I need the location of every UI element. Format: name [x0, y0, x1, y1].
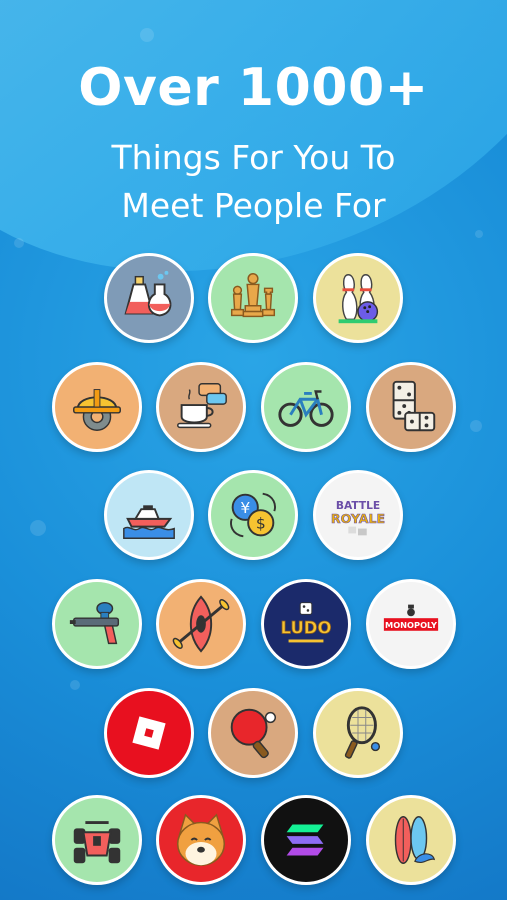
- activity-bubble-chess[interactable]: [208, 253, 298, 343]
- bowling-icon: [338, 274, 379, 324]
- ludo-text: LUDO: [281, 619, 332, 638]
- monopoly-text: MONOPOLY: [385, 620, 438, 630]
- svg-text:$: $: [256, 515, 266, 533]
- fortnite-line-2: ROYALE: [331, 511, 385, 526]
- solana-logo-icon: [286, 824, 324, 856]
- activity-bubble-roblox[interactable]: [104, 688, 194, 778]
- activity-bubble-chemistry[interactable]: [104, 253, 194, 343]
- activity-bubble-cycling[interactable]: [261, 362, 351, 452]
- racquetball-icon: [344, 706, 381, 759]
- coffee-chat-icon: [177, 383, 227, 429]
- activity-grid: ¥ $ BATTLE ROYALE LUDO MONOPOLY: [0, 0, 507, 900]
- atv-quad-icon: [73, 821, 121, 864]
- shiba-inu-icon: [177, 813, 225, 866]
- hard-hat-gear-icon: [73, 389, 121, 431]
- jet-ski-icon: [123, 505, 175, 539]
- activity-bubble-surfing[interactable]: [366, 795, 456, 885]
- roblox-logo-icon: [132, 716, 166, 750]
- activity-bubble-atv[interactable]: [52, 795, 142, 885]
- currency-exchange-icon: ¥ $: [230, 492, 276, 538]
- domino-icon: [392, 380, 436, 432]
- activity-bubble-jet-ski[interactable]: [104, 470, 194, 560]
- activity-bubble-dominoes[interactable]: [366, 362, 456, 452]
- surfboards-icon: [394, 816, 436, 864]
- activity-bubble-bowling[interactable]: [313, 253, 403, 343]
- activity-bubble-solana[interactable]: [261, 795, 351, 885]
- activity-bubble-kayak[interactable]: [156, 579, 246, 669]
- activity-bubble-paintball[interactable]: [52, 579, 142, 669]
- activity-bubble-racquetball[interactable]: [313, 688, 403, 778]
- promo-screen: Over 1000+ Things For You To Meet People…: [0, 0, 507, 900]
- activity-bubble-shiba[interactable]: [156, 795, 246, 885]
- activity-bubble-construction[interactable]: [52, 362, 142, 452]
- bicycle-icon: [278, 390, 334, 427]
- ping-pong-icon: [230, 708, 277, 759]
- svg-text:¥: ¥: [240, 499, 250, 517]
- activity-bubble-coffee-chat[interactable]: [156, 362, 246, 452]
- paintball-gun-icon: [69, 601, 120, 645]
- ludo-logo-icon: LUDO: [280, 602, 332, 643]
- chemistry-flasks-icon: [124, 270, 172, 317]
- kayak-icon: [172, 595, 230, 653]
- fortnite-logo-icon: BATTLE ROYALE: [331, 499, 385, 536]
- monopoly-logo-icon: MONOPOLY: [383, 604, 439, 631]
- activity-bubble-ludo[interactable]: LUDO: [261, 579, 351, 669]
- chess-pieces-icon: [230, 273, 276, 318]
- activity-bubble-currency[interactable]: ¥ $: [208, 470, 298, 560]
- activity-bubble-fortnite[interactable]: BATTLE ROYALE: [313, 470, 403, 560]
- activity-bubble-monopoly[interactable]: MONOPOLY: [366, 579, 456, 669]
- activity-bubble-ping-pong[interactable]: [208, 688, 298, 778]
